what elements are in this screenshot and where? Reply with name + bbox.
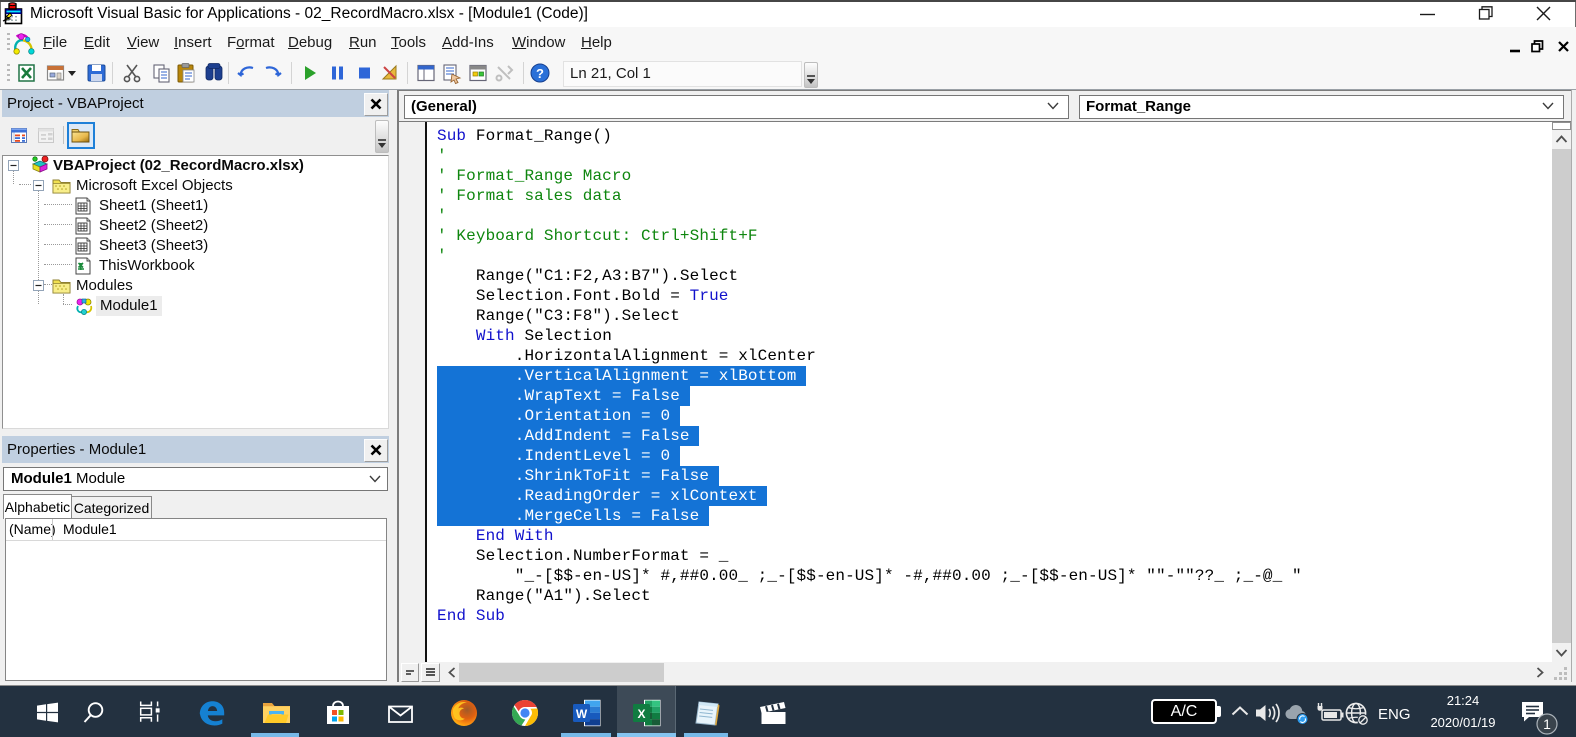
svg-text:W: W bbox=[576, 707, 588, 721]
svg-text:X: X bbox=[637, 707, 645, 721]
svg-text:1: 1 bbox=[1543, 716, 1551, 732]
svg-text:?: ? bbox=[536, 66, 544, 81]
